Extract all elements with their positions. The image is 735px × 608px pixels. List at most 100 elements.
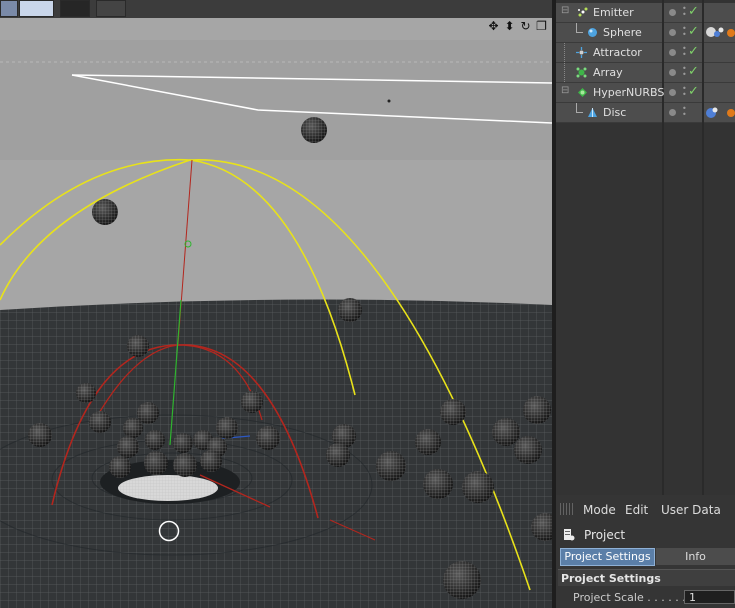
visibility-dot[interactable] bbox=[669, 109, 676, 116]
menu-mode[interactable]: Mode bbox=[583, 503, 616, 517]
object-name-cell[interactable]: Disc bbox=[556, 103, 662, 123]
tree-expander-icon[interactable]: ⊟ bbox=[561, 5, 569, 16]
object-name-cell[interactable]: Sphere bbox=[556, 23, 662, 43]
toolbar-sphere-button[interactable] bbox=[0, 0, 18, 17]
particle bbox=[173, 433, 193, 453]
emitter-icon bbox=[578, 7, 588, 17]
object-manager: ⊟ Emitter • • ✓ Sphere • • ✓ Attractor • • ✓ bbox=[556, 0, 735, 495]
particle bbox=[440, 399, 466, 425]
particle bbox=[523, 396, 551, 424]
render-dots[interactable]: • • bbox=[682, 85, 687, 99]
particle bbox=[92, 199, 118, 225]
enabled-check-icon[interactable]: ✓ bbox=[688, 44, 699, 59]
object-row-array[interactable]: Array • • ✓ bbox=[556, 63, 735, 83]
particle bbox=[117, 436, 139, 458]
visibility-cell[interactable]: • • ✓ bbox=[664, 3, 702, 23]
project-scale-input[interactable]: 1 bbox=[684, 590, 735, 604]
material-tag-icon[interactable] bbox=[705, 25, 735, 41]
visibility-cell[interactable]: • • ✓ bbox=[664, 23, 702, 43]
enabled-check-icon[interactable]: ✓ bbox=[688, 84, 699, 99]
particle bbox=[173, 453, 197, 477]
menu-edit[interactable]: Edit bbox=[625, 503, 648, 517]
particle bbox=[326, 443, 350, 467]
maximize-icon[interactable]: ❐ bbox=[535, 20, 548, 33]
particle bbox=[109, 456, 131, 478]
viewport-background-band bbox=[0, 40, 552, 160]
particle bbox=[415, 429, 441, 455]
toolbar-light-button[interactable] bbox=[96, 0, 126, 17]
render-dots[interactable]: • • bbox=[682, 25, 687, 39]
visibility-cell[interactable]: • • bbox=[664, 103, 702, 123]
visibility-dot[interactable] bbox=[669, 89, 676, 96]
particle bbox=[514, 436, 542, 464]
hypernurbs-icon bbox=[578, 88, 587, 97]
visibility-cell[interactable]: • • ✓ bbox=[664, 63, 702, 83]
render-dots[interactable]: • • bbox=[682, 65, 687, 79]
particle bbox=[256, 426, 280, 450]
attributes-manager: Mode Edit User Data Project Project Sett… bbox=[556, 495, 735, 608]
viewport-nav-icons: ✥ ⬍ ↻ ❐ bbox=[487, 20, 548, 33]
object-row-hypernurbs[interactable]: ⊟ HyperNURBS • • ✓ bbox=[556, 83, 735, 103]
render-dots[interactable]: • • bbox=[682, 105, 687, 119]
object-name-cell[interactable]: Array bbox=[556, 63, 662, 83]
visibility-dot[interactable] bbox=[669, 29, 676, 36]
render-dots[interactable]: • • bbox=[682, 5, 687, 19]
object-row-emitter[interactable]: ⊟ Emitter • • ✓ bbox=[556, 3, 735, 23]
material-tag-icon[interactable] bbox=[705, 105, 735, 121]
object-row-sphere[interactable]: Sphere • • ✓ bbox=[556, 23, 735, 43]
particle bbox=[28, 423, 52, 447]
particle bbox=[76, 383, 96, 403]
particle bbox=[338, 298, 362, 322]
object-label: Array bbox=[593, 66, 623, 79]
tree-connector bbox=[576, 103, 583, 113]
visibility-dot[interactable] bbox=[669, 9, 676, 16]
tree-expander-icon[interactable]: ⊟ bbox=[561, 85, 569, 96]
tags-cell bbox=[704, 103, 735, 123]
tags-cell bbox=[704, 23, 735, 43]
visibility-cell[interactable]: • • ✓ bbox=[664, 83, 702, 103]
panel-grip-icon[interactable] bbox=[560, 503, 574, 515]
object-name-cell[interactable]: ⊟ HyperNURBS bbox=[556, 83, 664, 103]
object-name-cell[interactable]: Attractor bbox=[556, 43, 662, 63]
toolbar-cube-button[interactable] bbox=[19, 0, 54, 17]
scale-icon[interactable]: ⬍ bbox=[503, 20, 516, 33]
particle bbox=[492, 418, 520, 446]
rotate-icon[interactable]: ↻ bbox=[519, 20, 532, 33]
visibility-dot[interactable] bbox=[669, 69, 676, 76]
particle bbox=[216, 417, 238, 439]
viewport-scene[interactable] bbox=[0, 0, 552, 608]
object-row-attractor[interactable]: Attractor • • ✓ bbox=[556, 43, 735, 63]
tree-connector bbox=[564, 63, 566, 82]
menu-user-data[interactable]: User Data bbox=[661, 503, 721, 517]
viewport-toolbar bbox=[0, 0, 552, 18]
project-icon bbox=[564, 529, 575, 541]
tab-project-settings[interactable]: Project Settings bbox=[560, 548, 655, 566]
disc-icon bbox=[588, 108, 597, 117]
enabled-check-icon[interactable]: ✓ bbox=[688, 24, 699, 39]
toolbar-camera-button[interactable] bbox=[60, 0, 90, 17]
move-icon[interactable]: ✥ bbox=[487, 20, 500, 33]
object-row-disc[interactable]: Disc • • bbox=[556, 103, 735, 123]
page-title: Project bbox=[584, 528, 626, 542]
object-name-cell[interactable]: ⊟ Emitter bbox=[556, 3, 662, 23]
scene-point bbox=[387, 99, 391, 103]
particle bbox=[123, 418, 143, 438]
particle bbox=[89, 411, 111, 433]
tags-cell bbox=[704, 83, 735, 103]
project-scale-row: Project Scale . . . . . . 1 bbox=[556, 590, 735, 606]
particle bbox=[443, 561, 481, 599]
3d-viewport[interactable]: ✥ ⬍ ↻ ❐ bbox=[0, 0, 552, 608]
tree-connector bbox=[576, 23, 583, 33]
visibility-dot[interactable] bbox=[669, 49, 676, 56]
attributes-tabs: Project Settings Info bbox=[560, 548, 735, 566]
sphere-icon bbox=[588, 28, 597, 37]
enabled-check-icon[interactable]: ✓ bbox=[688, 4, 699, 19]
hypernurbs-disc-surface[interactable] bbox=[0, 299, 552, 608]
tags-cell bbox=[704, 43, 735, 63]
particle bbox=[144, 451, 168, 475]
render-dots[interactable]: • • bbox=[682, 45, 687, 59]
visibility-cell[interactable]: • • ✓ bbox=[664, 43, 702, 63]
enabled-check-icon[interactable]: ✓ bbox=[688, 64, 699, 79]
tab-info[interactable]: Info bbox=[656, 548, 735, 565]
particle bbox=[127, 335, 149, 357]
